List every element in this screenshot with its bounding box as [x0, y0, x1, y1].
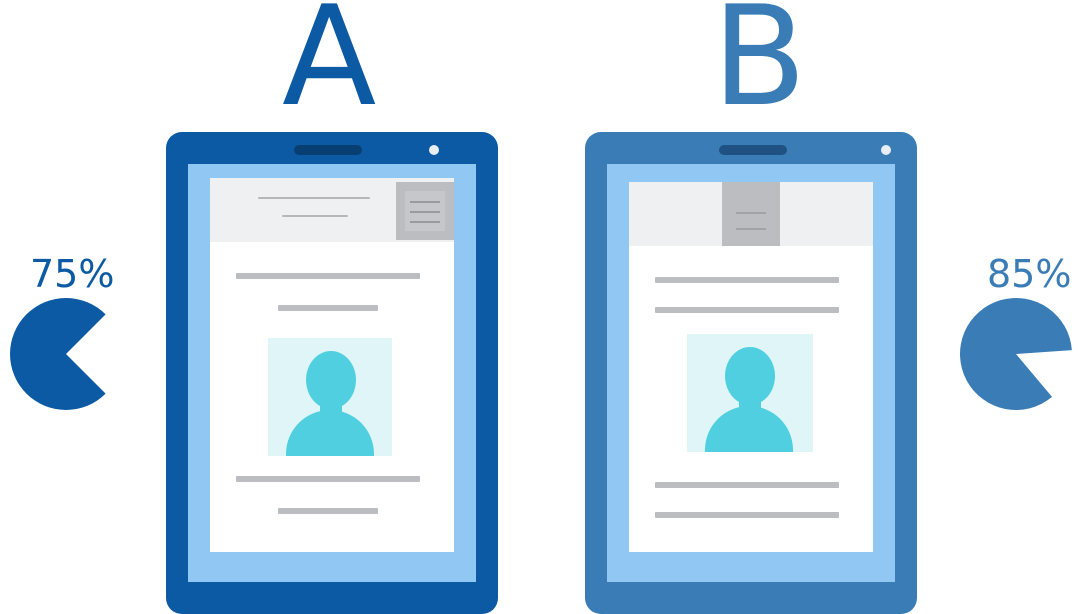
content-line-1: [236, 273, 420, 279]
variant-b-letter: B: [712, 0, 807, 137]
content-line-2: [278, 305, 378, 311]
variant-b-pie-slice: [959, 298, 1072, 411]
hamburger-menu-icon[interactable]: [722, 182, 780, 246]
content-line-2: [655, 307, 839, 313]
page-header: [629, 182, 873, 246]
speaker-icon: [719, 145, 787, 155]
tablet-b-page: [629, 182, 873, 552]
variant-a-letter: A: [282, 0, 377, 137]
tablet-b-screen: [607, 164, 895, 582]
speaker-icon: [294, 145, 362, 155]
variant-b-pie-chart: [959, 298, 1072, 411]
content-line-3: [236, 476, 420, 482]
tablet-b: [585, 132, 917, 614]
header-title-line: [258, 197, 370, 199]
camera-icon: [881, 145, 891, 155]
content-line-1: [655, 277, 839, 283]
tablet-a-screen: [188, 164, 476, 582]
user-avatar-icon: [687, 334, 813, 452]
content-line-3: [655, 482, 839, 488]
variant-b-percentage: 85%: [987, 252, 1072, 296]
tablet-a-page: [210, 178, 454, 552]
camera-icon: [429, 145, 439, 155]
variant-a-pie-chart: [10, 298, 106, 410]
header-subtitle-line: [282, 215, 348, 217]
page-header: [210, 178, 454, 242]
content-line-4: [278, 508, 378, 514]
tablet-a: [166, 132, 498, 614]
variant-a-percentage: 75%: [30, 252, 115, 296]
user-avatar-icon: [268, 338, 392, 456]
content-line-4: [655, 512, 839, 518]
variant-a-pie-slice: [10, 298, 106, 410]
hamburger-menu-icon[interactable]: [396, 182, 454, 240]
